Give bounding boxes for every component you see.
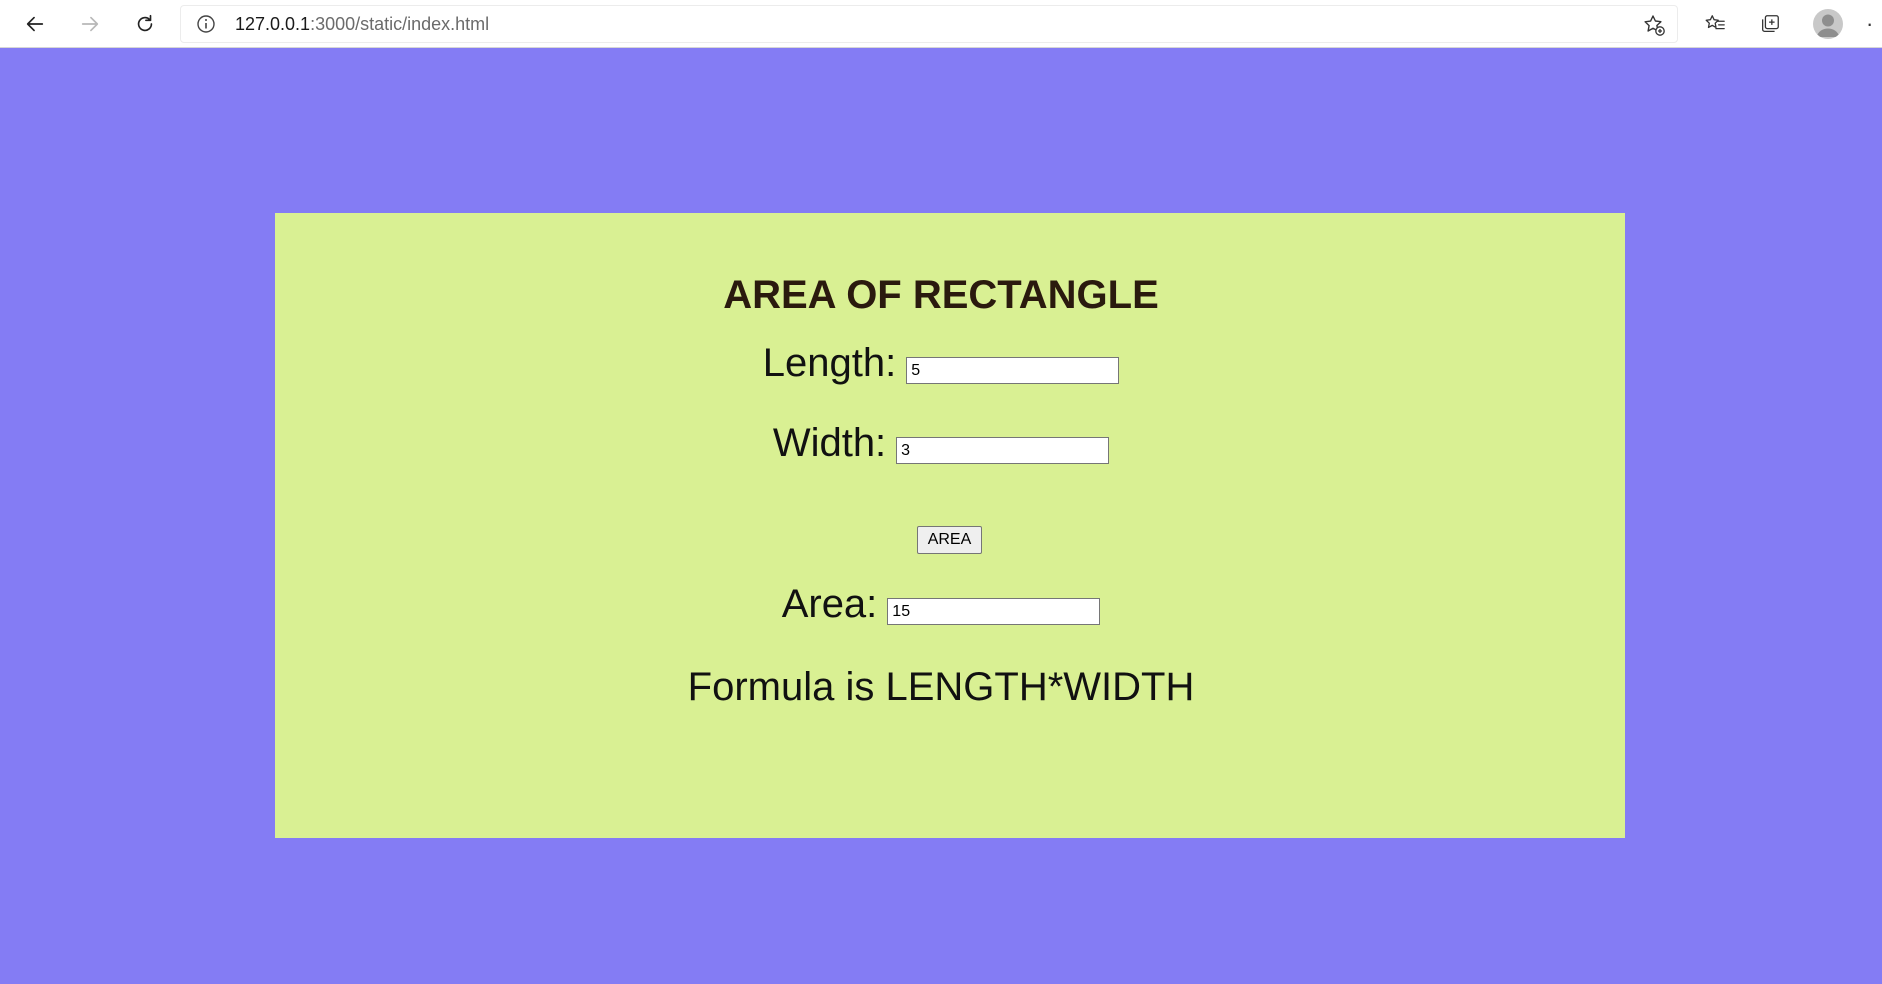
favorites-button[interactable] — [1697, 6, 1733, 42]
back-arrow-icon — [26, 16, 44, 32]
width-input[interactable] — [896, 437, 1110, 464]
formula-text: Formula is LENGTH*WIDTH — [687, 665, 1195, 709]
more-icon[interactable]: · — [1866, 10, 1882, 38]
info-icon[interactable] — [196, 14, 216, 34]
length-input[interactable] — [906, 357, 1120, 384]
collections-button[interactable] — [1752, 6, 1788, 42]
length-row: Length: — [0, 340, 1882, 386]
area-row: Area: — [0, 581, 1882, 627]
url-path: :3000/static/index.html — [310, 14, 490, 34]
forward-arrow-icon — [81, 16, 99, 32]
area-button[interactable]: AREA — [917, 526, 982, 554]
area-label: Area: — [781, 582, 878, 626]
reload-icon — [137, 14, 153, 32]
browser-toolbar: 127.0.0.1:3000/static/index.html · — [0, 0, 1882, 48]
length-label: Length: — [762, 341, 897, 385]
collections-icon — [1762, 15, 1779, 32]
reload-button[interactable] — [127, 6, 163, 42]
profile-avatar[interactable] — [1813, 9, 1843, 39]
url-text[interactable]: 127.0.0.1:3000/static/index.html — [235, 5, 489, 43]
address-bar[interactable]: 127.0.0.1:3000/static/index.html — [180, 5, 1678, 43]
width-row: Width: — [0, 420, 1882, 466]
favorites-icon — [1705, 15, 1725, 30]
add-favorite-icon[interactable] — [1642, 13, 1666, 37]
forward-button[interactable] — [72, 6, 108, 42]
area-output[interactable] — [887, 598, 1101, 625]
width-label: Width: — [772, 421, 887, 465]
page-title: AREA OF RECTANGLE — [723, 273, 1159, 317]
back-button[interactable] — [17, 6, 53, 42]
url-host: 127.0.0.1 — [235, 14, 311, 34]
